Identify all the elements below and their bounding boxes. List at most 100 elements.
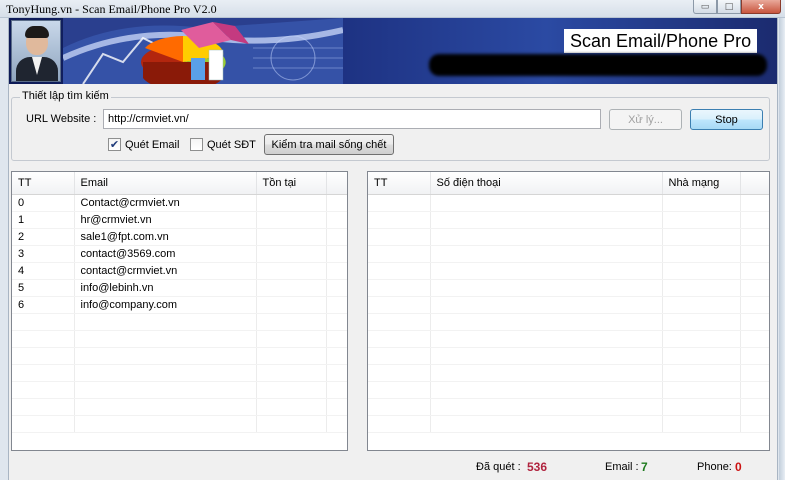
email-cell: 1 [12, 211, 75, 229]
phone-cell [662, 211, 741, 229]
email-row[interactable]: 4 contact@crmviet.vn [12, 262, 347, 280]
phone-cell [368, 262, 431, 280]
phone-cell [430, 313, 663, 331]
scan-email-label: Quét Email [125, 138, 180, 151]
phone-row[interactable] [368, 296, 769, 314]
phone-row[interactable] [368, 330, 769, 348]
email-row[interactable] [12, 330, 347, 348]
phone-col-carrier[interactable]: Nhà mạng [662, 172, 741, 195]
phone-cell [368, 381, 431, 399]
phone-cell [368, 330, 431, 348]
close-button[interactable]: x [741, 0, 781, 14]
email-cell [74, 364, 257, 382]
scan-phone-checkbox[interactable]: Quét SĐT [190, 138, 256, 151]
email-cell [256, 364, 327, 382]
phone-table[interactable]: TT Số điện thoại Nhà mạng [367, 171, 770, 451]
phone-row[interactable] [368, 211, 769, 229]
phone-row[interactable] [368, 398, 769, 416]
email-row[interactable]: 5 info@lebinh.vn [12, 279, 347, 297]
email-cell [12, 381, 75, 399]
email-row[interactable]: 2 sale1@fpt.com.vn [12, 228, 347, 246]
email-cell: hr@crmviet.vn [74, 211, 257, 229]
email-row[interactable]: 0 Contact@crmviet.vn [12, 194, 347, 212]
phone-cell [662, 364, 741, 382]
email-cell [326, 364, 347, 382]
email-cell [326, 313, 347, 331]
phone-cell [662, 398, 741, 416]
email-row[interactable] [12, 415, 347, 433]
maximize-button[interactable]: □ [717, 0, 741, 14]
email-col-exists[interactable]: Tồn tại [256, 172, 327, 195]
phone-row[interactable] [368, 279, 769, 297]
phone-count: 0 [735, 460, 742, 474]
phone-cell [368, 194, 431, 212]
phone-cell [662, 347, 741, 365]
phone-col-number[interactable]: Số điện thoại [430, 172, 663, 195]
phone-row[interactable] [368, 313, 769, 331]
phone-cell [430, 245, 663, 263]
phone-row[interactable] [368, 347, 769, 365]
phone-cell [430, 279, 663, 297]
email-cell: 2 [12, 228, 75, 246]
email-cell [256, 313, 327, 331]
email-cell [326, 398, 347, 416]
email-row[interactable] [12, 398, 347, 416]
phone-cell [662, 228, 741, 246]
email-table-header: TT Email Tồn tại [12, 172, 347, 195]
phone-cell [368, 245, 431, 263]
check-mail-alive-button[interactable]: Kiểm tra mail sống chết [264, 134, 394, 155]
email-cell [256, 347, 327, 365]
email-cell [256, 381, 327, 399]
phone-cell [430, 296, 663, 314]
email-cell [256, 415, 327, 433]
email-cell [326, 415, 347, 433]
phone-cell [430, 330, 663, 348]
email-cell [326, 245, 347, 263]
phone-row[interactable] [368, 415, 769, 433]
email-count: 7 [641, 460, 648, 474]
process-button[interactable]: Xử lý... [609, 109, 682, 130]
phone-cell [368, 415, 431, 433]
email-row[interactable]: 6 info@company.com [12, 296, 347, 314]
phone-table-header: TT Số điện thoại Nhà mạng [368, 172, 769, 195]
minimize-icon: ▭ [700, 1, 710, 12]
email-row[interactable] [12, 364, 347, 382]
email-row[interactable] [12, 381, 347, 399]
phone-cell [740, 415, 769, 433]
phone-cell [662, 381, 741, 399]
email-row[interactable] [12, 313, 347, 331]
email-cell [74, 313, 257, 331]
phone-cell [368, 211, 431, 229]
stop-button[interactable]: Stop [690, 109, 763, 130]
email-table[interactable]: TT Email Tồn tại 0 Contact@crmviet.vn 1 hr@… [11, 171, 348, 451]
email-table-body: 0 Contact@crmviet.vn 1 hr@crmviet.vn 2 sale1@… [12, 194, 347, 433]
phone-cell [740, 398, 769, 416]
email-row[interactable]: 1 hr@crmviet.vn [12, 211, 347, 229]
email-row[interactable] [12, 347, 347, 365]
minimize-button[interactable]: ▭ [693, 0, 717, 14]
scanned-count: 536 [527, 460, 548, 474]
email-col-email[interactable]: Email [74, 172, 257, 195]
email-cell [326, 211, 347, 229]
phone-row[interactable] [368, 364, 769, 382]
phone-row[interactable] [368, 262, 769, 280]
phone-row[interactable] [368, 228, 769, 246]
url-input[interactable] [103, 109, 601, 129]
email-row[interactable]: 3 contact@3569.com [12, 245, 347, 263]
email-count-label: Email : [605, 461, 639, 473]
phone-cell [430, 364, 663, 382]
url-label: URL Website : [26, 113, 97, 125]
phone-row[interactable] [368, 194, 769, 212]
phone-cell [368, 228, 431, 246]
phone-cell [662, 330, 741, 348]
phone-cell [430, 347, 663, 365]
email-cell [74, 347, 257, 365]
phone-row[interactable] [368, 381, 769, 399]
scan-email-checkbox[interactable]: ✔ Quét Email [108, 138, 179, 151]
email-cell [256, 330, 327, 348]
phone-col-tt[interactable]: TT [368, 172, 431, 195]
phone-row[interactable] [368, 245, 769, 263]
email-col-tt[interactable]: TT [12, 172, 75, 195]
email-cell [326, 347, 347, 365]
phone-cell [430, 194, 663, 212]
